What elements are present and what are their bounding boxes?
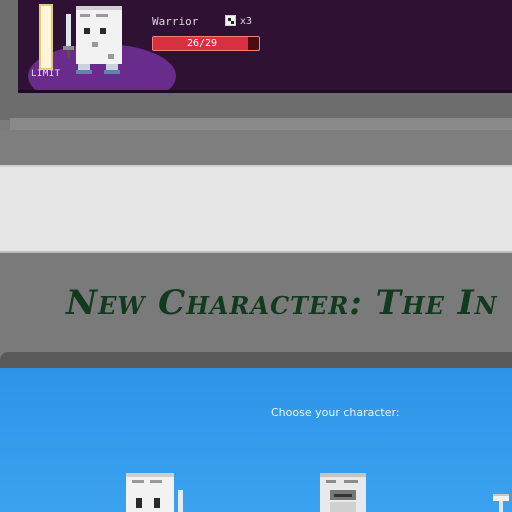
dice-count: x3 [240, 16, 253, 27]
limit-gauge [39, 4, 53, 70]
dice-icon [225, 15, 236, 26]
character-status-card: LIMIT Warrior x3 26/29 [18, 0, 512, 93]
page-title: New Character: The In [66, 283, 498, 323]
warrior-character-icon[interactable] [124, 470, 186, 512]
hammer-character-icon[interactable] [491, 492, 512, 512]
choose-character-prompt: Choose your character: [271, 406, 400, 419]
hp-text: 26/29 [186, 38, 218, 49]
character-name: Warrior [152, 15, 199, 28]
card-shadow [10, 118, 512, 130]
hp-bar: 26/29 [152, 36, 260, 51]
knight-character-icon[interactable] [316, 470, 372, 512]
divider-band [0, 130, 512, 165]
warrior-sprite-icon [63, 6, 122, 74]
limit-label: LIMIT [31, 69, 61, 79]
banner-strip [0, 165, 512, 253]
character-select-panel [0, 368, 512, 512]
